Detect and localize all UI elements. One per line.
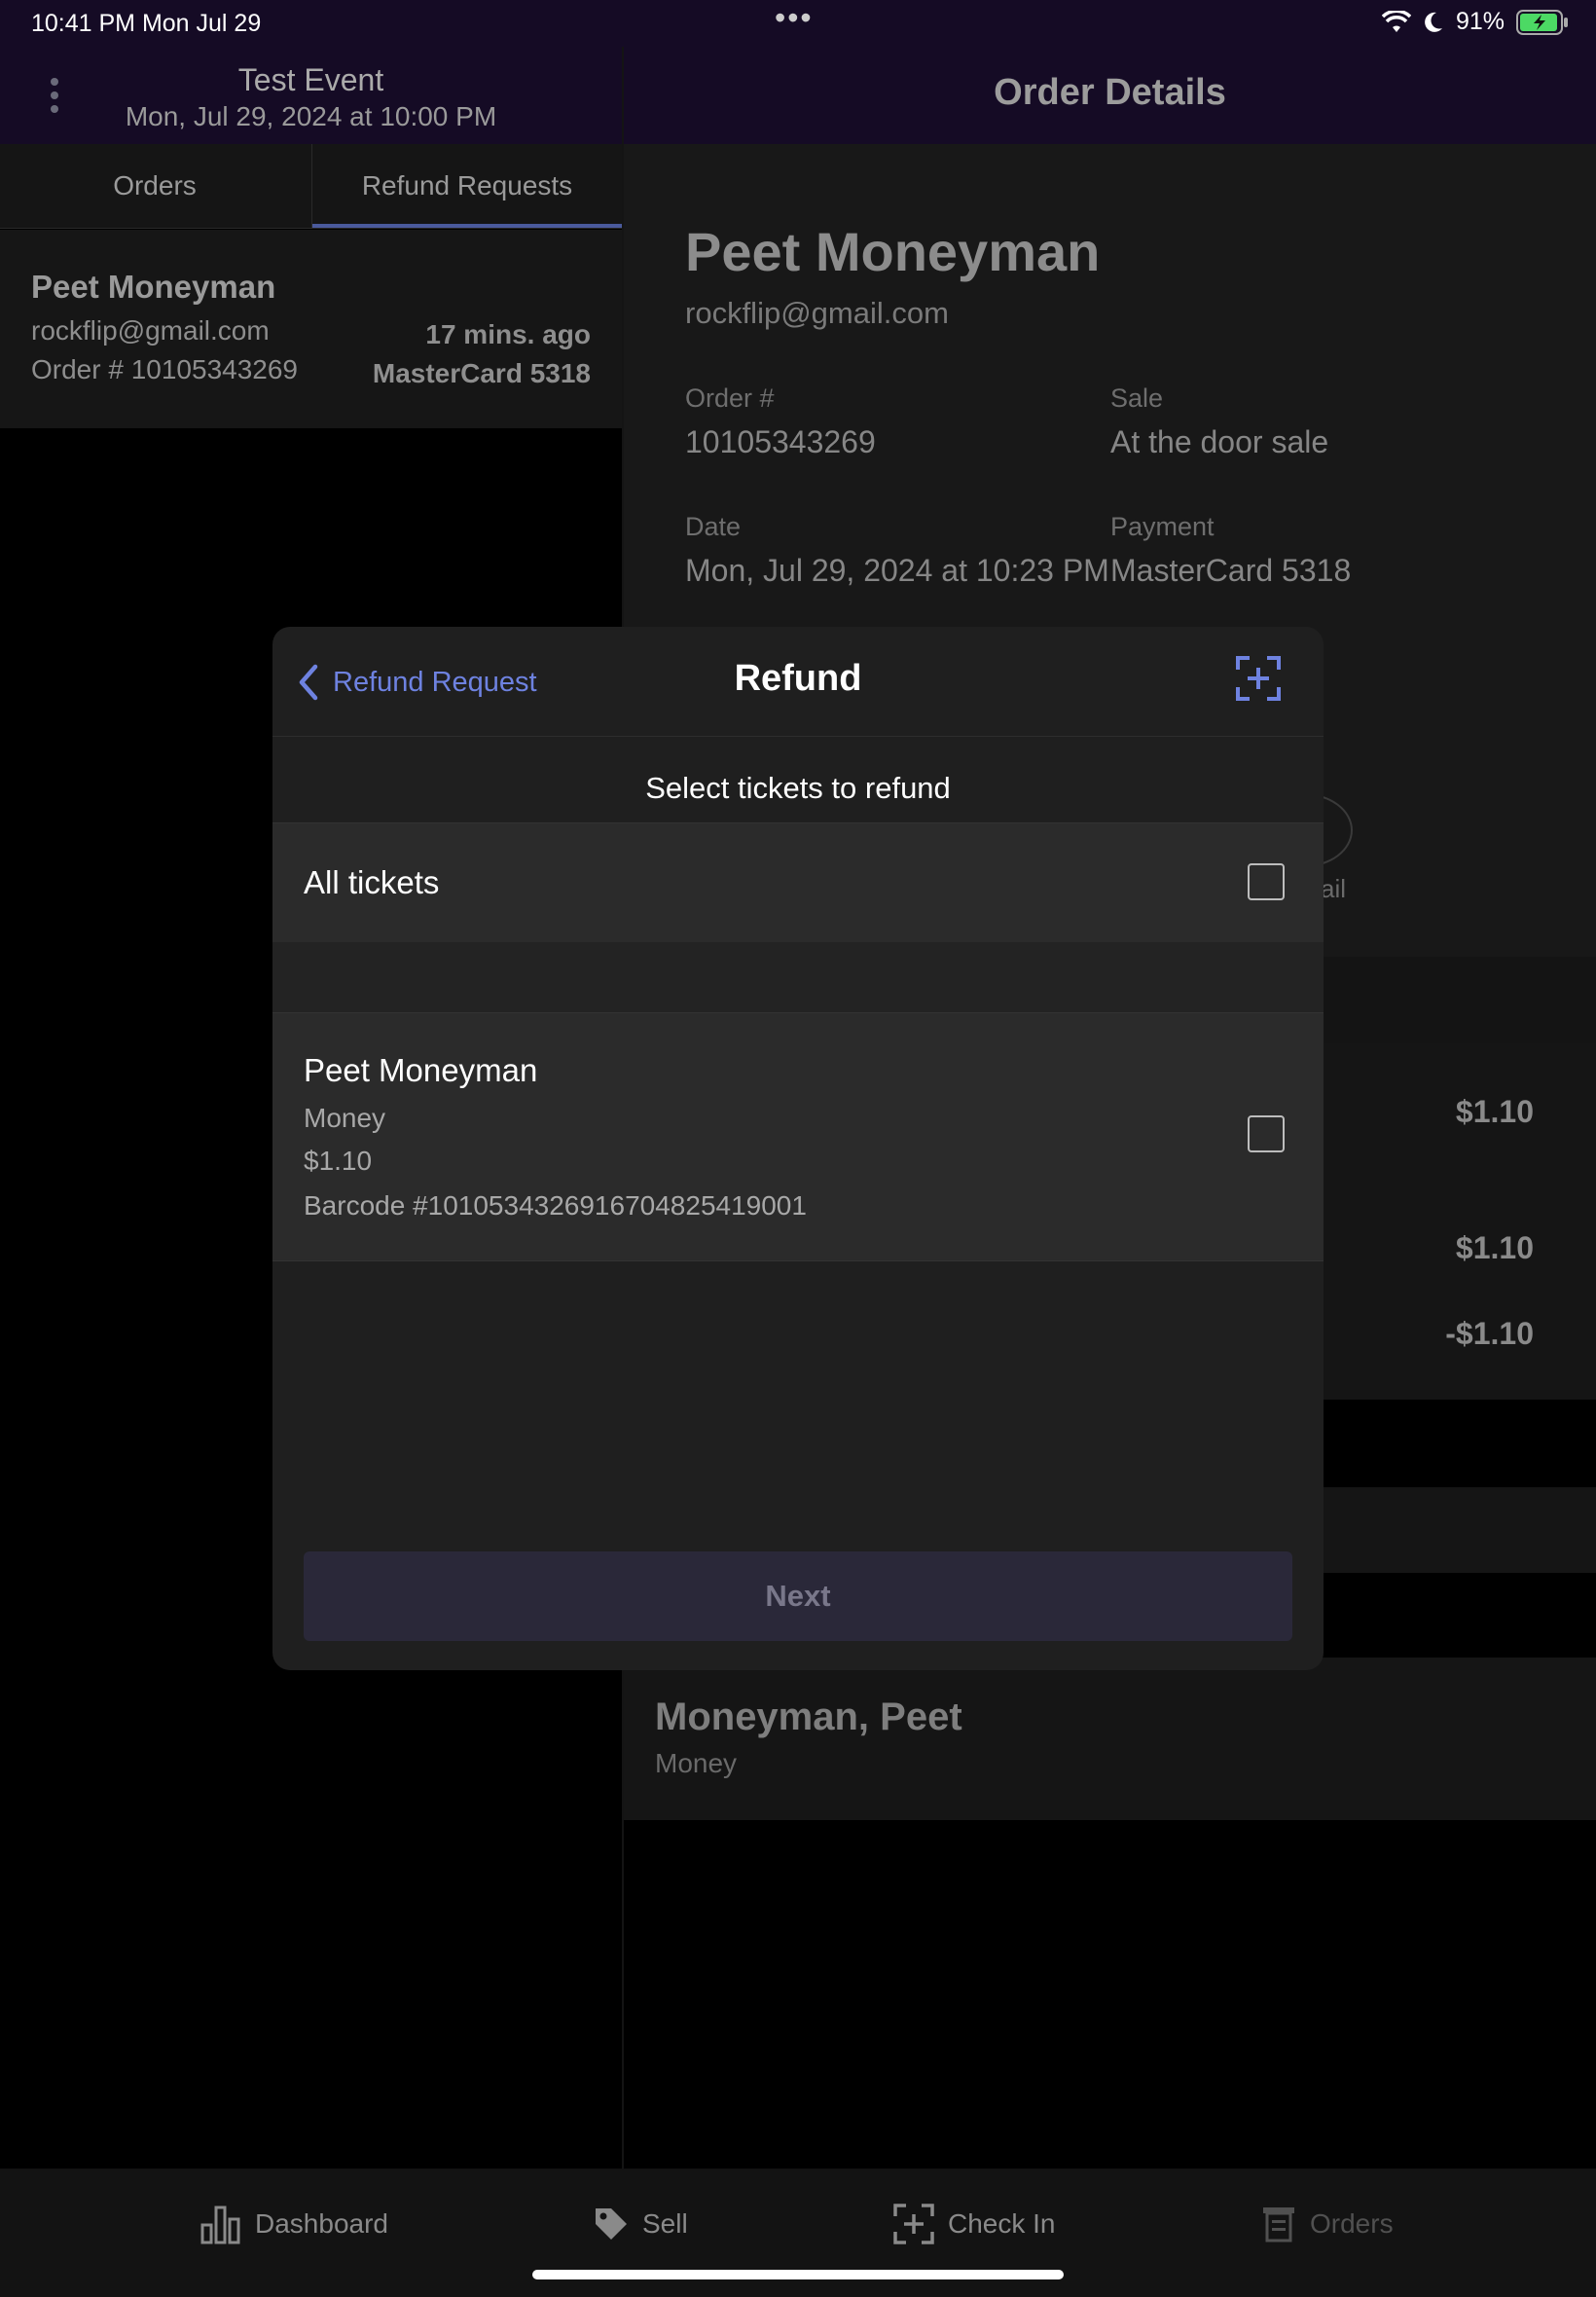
tabbar-orders-label: Orders: [1310, 2208, 1394, 2239]
all-tickets-checkbox[interactable]: [1248, 863, 1285, 900]
refund-request-email: rockflip@gmail.com: [31, 315, 270, 346]
next-button[interactable]: Next: [304, 1551, 1292, 1641]
orders-icon: [1263, 2207, 1294, 2242]
scan-icon: [893, 2204, 934, 2244]
refund-request-item[interactable]: Peet Moneyman rockflip@gmail.com Order #…: [0, 230, 622, 428]
date-value: Mon, Jul 29, 2024 at 10:23 PM: [685, 553, 1109, 588]
status-right: 91%: [1381, 8, 1569, 36]
payment-value: MasterCard 5318: [1110, 553, 1352, 588]
order-number-value: 10105343269: [685, 424, 876, 459]
tabbar-dashboard[interactable]: Dashboard: [200, 2200, 388, 2248]
bar-chart-icon: [200, 2206, 240, 2244]
wifi-icon: [1381, 10, 1411, 32]
refund-request-time: 17 mins. ago: [425, 319, 591, 349]
tabbar-check-in-label: Check In: [948, 2208, 1056, 2239]
status-bar: 10:41 PM Mon Jul 29 ••• 91%: [0, 0, 1596, 47]
tab-refund-requests[interactable]: Refund Requests: [311, 144, 622, 228]
ticket-type: Money: [304, 1103, 386, 1133]
event-name: Test Event: [237, 62, 384, 97]
ticket-checkbox[interactable]: [1248, 1115, 1285, 1152]
date-label: Date: [685, 512, 742, 541]
refund-request-payment: MasterCard 5318: [372, 358, 591, 388]
ticket-barcode: Barcode #1010534326916704825419001: [304, 1190, 807, 1221]
tabbar-orders[interactable]: Orders: [1261, 2200, 1394, 2248]
tab-orders-label: Orders: [113, 170, 197, 201]
order-number-label: Order #: [685, 383, 775, 413]
attendee-type: Money: [655, 1748, 738, 1778]
row-separator: [272, 942, 1324, 1012]
tabbar-dashboard-label: Dashboard: [255, 2208, 388, 2239]
modal-subtitle: Select tickets to refund: [645, 771, 951, 805]
modal-title: Refund: [734, 658, 862, 699]
ticket-price: $1.10: [304, 1146, 373, 1176]
customer-email: rockflip@gmail.com: [685, 296, 949, 330]
ticket-holder-name: Peet Moneyman: [304, 1052, 538, 1088]
tabbar-sell-label: Sell: [642, 2208, 688, 2239]
scan-icon[interactable]: [1236, 656, 1281, 701]
all-tickets-row[interactable]: All tickets: [272, 822, 1324, 943]
page-title: Order Details: [994, 72, 1226, 113]
moon-icon: [1425, 12, 1442, 32]
line-item-amount: $1.10: [1455, 1094, 1534, 1129]
order-details-header: Order Details: [624, 47, 1596, 144]
sale-label: Sale: [1110, 383, 1164, 413]
tabbar-sell[interactable]: Sell: [594, 2200, 688, 2248]
all-tickets-label: All tickets: [304, 864, 440, 900]
total-amount: $1.10: [1455, 1230, 1534, 1265]
status-time: 10:41 PM Mon Jul 29: [31, 10, 262, 37]
tab-refund-requests-label: Refund Requests: [361, 170, 573, 201]
attendee-name: Moneyman, Peet: [655, 1695, 962, 1738]
home-indicator[interactable]: [532, 2270, 1064, 2279]
multitask-dots-icon[interactable]: •••: [775, 0, 814, 36]
event-date: Mon, Jul 29, 2024 at 10:00 PM: [125, 101, 497, 131]
orders-tabs: Orders Refund Requests: [0, 144, 622, 229]
event-header: Test Event Mon, Jul 29, 2024 at 10:00 PM: [0, 47, 622, 144]
refund-modal: Refund Request Refund Select tickets to …: [272, 627, 1324, 1670]
tab-selected-indicator: [312, 224, 622, 228]
modal-header: Refund Request Refund: [272, 627, 1324, 737]
battery-percent: 91%: [1455, 8, 1505, 35]
tab-orders[interactable]: Orders: [0, 144, 309, 228]
email-receipt-label: ail: [1321, 874, 1347, 903]
refund-request-name: Peet Moneyman: [31, 269, 276, 305]
refund-request-order: Order # 10105343269: [31, 354, 298, 384]
ticket-row[interactable]: Peet Moneyman Money $1.10 Barcode #10105…: [272, 1012, 1324, 1261]
customer-name: Peet Moneyman: [685, 221, 1101, 282]
battery-charging-icon: [1516, 9, 1568, 35]
tabbar-check-in[interactable]: Check In: [893, 2200, 1056, 2248]
tag-icon: [596, 2208, 627, 2240]
refund-amount: -$1.10: [1445, 1316, 1534, 1351]
sale-value: At the door sale: [1110, 424, 1329, 459]
payment-label: Payment: [1110, 512, 1215, 541]
